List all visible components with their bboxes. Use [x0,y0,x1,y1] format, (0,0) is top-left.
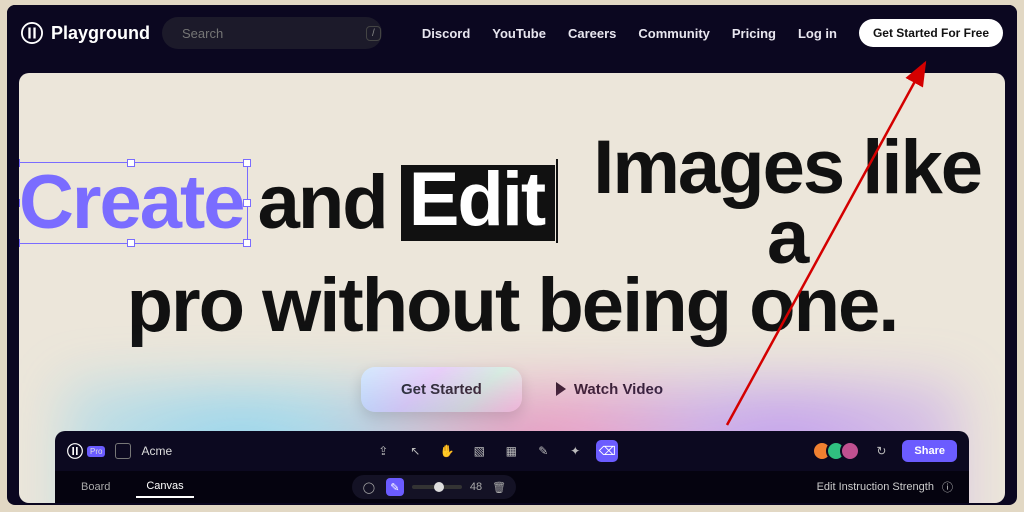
nav-discord[interactable]: Discord [422,26,470,41]
headline: Create and Edit Images like a pro withou… [19,73,1005,341]
right-panel-header: Edit Instruction Strength ⓘ [817,479,953,495]
hero-actions: Get Started Watch Video [19,367,1005,412]
search-box[interactable]: / [162,17,382,49]
pen-icon[interactable]: ✎ [532,440,554,462]
frame-icon[interactable] [115,443,131,459]
brush-size-value: 48 [470,481,482,493]
file-name[interactable]: Acme [141,444,172,458]
get-started-free-button[interactable]: Get Started For Free [859,19,1003,47]
sparkle-icon[interactable]: ✦ [564,440,586,462]
hero-panel: Create and Edit Images like a pro withou… [19,73,1005,503]
brush-size-slider[interactable] [412,485,462,489]
text-caret [556,159,558,243]
lasso-icon[interactable]: ◯ [360,478,378,496]
nav-youtube[interactable]: YouTube [492,26,546,41]
top-nav: Playground / Discord YouTube Careers Com… [7,5,1017,61]
word-and: and [258,168,387,238]
selected-word-create: Create [19,168,244,238]
shape-icon[interactable]: ▧ [468,440,490,462]
cursor-icon[interactable]: ↖ [404,440,426,462]
highlighted-word-edit: Edit [401,165,556,241]
pro-badge: Pro [87,446,105,457]
brand-logo[interactable]: Playground [21,22,150,44]
headline-rest-1: Images like a [569,133,1005,273]
info-icon[interactable]: ⓘ [942,479,953,495]
brush-icon[interactable]: ✎ [386,478,404,496]
play-icon [556,382,566,396]
get-started-button[interactable]: Get Started [361,367,522,412]
collaborator-avatars[interactable] [818,441,860,461]
tab-canvas[interactable]: Canvas [136,476,193,498]
playground-logo-icon [21,22,43,44]
search-input[interactable] [182,26,358,41]
export-icon[interactable]: ⇪ [372,440,394,462]
nav-careers[interactable]: Careers [568,26,616,41]
playground-logo-icon [67,443,83,459]
history-icon[interactable]: ↻ [870,440,892,462]
nav-login[interactable]: Log in [798,26,837,41]
editor-bottom-bar: Board Canvas ◯ ✎ 48 🗑 Edit Instruction S… [55,471,969,503]
app-window: Playground / Discord YouTube Careers Com… [7,5,1017,505]
nav-links: Discord YouTube Careers Community Pricin… [422,19,1003,47]
editor-logo[interactable]: Pro [67,443,105,459]
trash-icon[interactable]: 🗑 [490,478,508,496]
editor-toolbar: Pro Acme ⇪ ↖ ✋ ▧ ▦ ✎ ✦ ⌫ ↻ [55,431,969,471]
nav-community[interactable]: Community [638,26,710,41]
editor-preview: Pro Acme ⇪ ↖ ✋ ▧ ▦ ✎ ✦ ⌫ ↻ [55,431,969,503]
eraser-icon[interactable]: ⌫ [596,440,618,462]
share-button[interactable]: Share [902,440,957,462]
search-hotkey: / [366,26,381,41]
avatar[interactable] [840,441,860,461]
image-icon[interactable]: ▦ [500,440,522,462]
tab-board[interactable]: Board [71,477,120,497]
nav-pricing[interactable]: Pricing [732,26,776,41]
watch-video-label: Watch Video [574,381,663,398]
watch-video-button[interactable]: Watch Video [556,381,663,398]
brand-name: Playground [51,23,150,44]
hand-icon[interactable]: ✋ [436,440,458,462]
brush-controls: ◯ ✎ 48 🗑 [352,475,516,499]
headline-row-2: pro without being one. [19,271,1005,341]
panel-title: Edit Instruction Strength [817,481,934,493]
